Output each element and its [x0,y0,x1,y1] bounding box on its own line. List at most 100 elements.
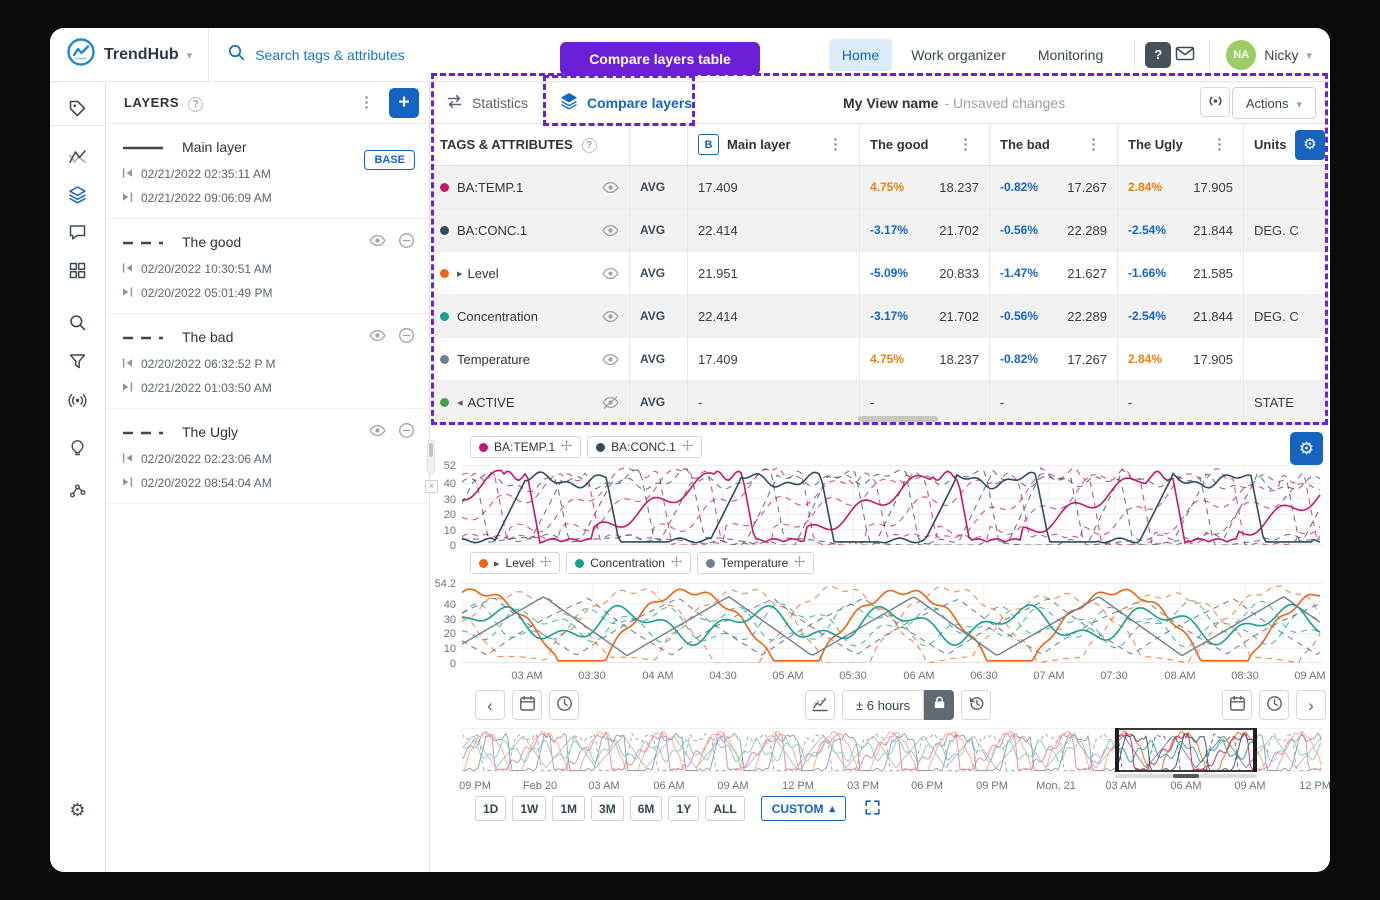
user-menu[interactable]: NA Nicky ▾ [1220,40,1330,70]
expand-timebar-button[interactable] [860,799,885,819]
layer-item[interactable]: Main layer BASE 02/21/2022 02:35:11 AM 0… [106,124,429,219]
visibility-eye-icon[interactable] [602,353,619,366]
column-menu-icon[interactable]: ⋮ [822,137,849,152]
brush-scrollbar[interactable] [1115,774,1257,778]
aggregation-label[interactable]: AVG [640,266,665,280]
aggregation-label[interactable]: AVG [640,180,665,194]
visibility-eye-icon[interactable] [602,310,619,323]
table-row[interactable]: BA:CONC.1 AVG 22.414 -3.17%21.702-0.56%2… [430,209,1330,252]
chart-options-button[interactable] [805,690,835,720]
y-axis-tick: 54.2 [430,578,456,590]
legend-pill[interactable]: BA:CONC.1 [587,436,702,458]
range-1m-button[interactable]: 1M [552,796,585,821]
expand-icon[interactable]: ▸ [494,557,500,570]
range-1y-button[interactable]: 1Y [668,796,699,821]
lock-button[interactable] [924,690,954,720]
chart-settings-button[interactable]: ⚙ [1290,432,1323,465]
range-6m-button[interactable]: 6M [630,796,663,821]
range-3m-button[interactable]: 3M [591,796,624,821]
table-settings-button[interactable]: ⚙ [1295,130,1325,160]
layer-remove-icon[interactable] [398,422,415,444]
move-icon[interactable] [794,556,805,570]
step-forward-button[interactable]: › [1296,690,1326,720]
tag-module-button[interactable] [61,96,95,126]
layer-item[interactable]: The bad 02/20/2022 06:32:52 P M 02/21/20… [106,314,429,409]
legend-pill[interactable]: ▸Level [470,552,560,574]
brush-grip-handle[interactable] [1173,774,1199,778]
column-menu-icon[interactable]: ⋮ [952,137,979,152]
step-back-button[interactable]: ‹ [475,690,505,720]
chevron-down-icon[interactable]: ▾ [187,46,193,64]
search-input[interactable]: Search tags & attributes [209,43,404,66]
settings-button[interactable]: ⚙ [61,796,95,826]
layer-item[interactable]: The Ugly 02/20/2022 02:23:06 AM 02/20/20… [106,409,429,504]
range-1w-button[interactable]: 1W [512,796,546,821]
move-icon[interactable] [671,556,682,570]
actions-button[interactable]: Actions ▾ [1232,87,1316,119]
table-row[interactable]: Temperature AVG 17.409 4.75%18.237-0.82%… [430,338,1330,381]
live-broadcast-button[interactable] [1200,87,1230,117]
context-brush[interactable] [1115,728,1257,772]
aggregation-label[interactable]: AVG [640,352,665,366]
range-all-button[interactable]: ALL [705,796,744,821]
legend-pill[interactable]: Temperature [697,552,814,574]
table-row[interactable]: Concentration AVG 22.414 -3.17%21.702-0.… [430,295,1330,338]
help-button[interactable]: ? [1145,42,1171,68]
end-time-button[interactable] [1259,690,1289,720]
help-icon[interactable]: ? [582,136,597,153]
layer-remove-icon[interactable] [398,232,415,254]
live-module-button[interactable] [61,388,95,418]
views-module-button[interactable] [61,144,95,174]
legend-pill[interactable]: BA:TEMP.1 [470,436,581,458]
comment-module-button[interactable] [61,220,95,250]
move-icon[interactable] [540,556,551,570]
layer-visibility-eye-icon[interactable] [369,329,386,347]
dashboard-module-button[interactable] [61,258,95,288]
range-1d-button[interactable]: 1D [475,796,506,821]
column-menu-icon[interactable]: ⋮ [1080,137,1107,152]
legend-pill[interactable]: Concentration [566,552,691,574]
trend-chart-1[interactable] [462,465,1322,545]
move-icon[interactable] [682,440,693,454]
history-button[interactable] [961,690,991,720]
table-row[interactable]: BA:TEMP.1 AVG 17.409 4.75%18.237-0.82%17… [430,166,1330,209]
mail-button[interactable] [1171,45,1199,65]
delta-percent: -5.09% [870,266,908,280]
search-module-button[interactable] [61,310,95,340]
range-custom-button[interactable]: CUSTOM▴ [761,796,846,821]
tab-statistics[interactable]: Statistics [430,82,544,124]
aggregation-label[interactable]: AVG [640,395,665,409]
nav-monitoring[interactable]: Monitoring [1025,39,1116,71]
layers-module-button[interactable] [61,182,95,212]
bulb-module-button[interactable] [61,434,95,464]
aggregation-label[interactable]: AVG [640,223,665,237]
expand-icon[interactable]: ▸ [457,267,463,280]
help-icon[interactable]: ? [188,94,203,112]
layer-remove-icon[interactable] [398,327,415,349]
time-range-control[interactable]: ± 6 hours [842,690,954,720]
end-date-button[interactable] [1222,690,1252,720]
trend-chart-2[interactable] [462,583,1322,663]
filter-module-button[interactable] [61,349,95,379]
visibility-eye-off-icon[interactable] [602,396,619,409]
table-horizontal-scrollbar[interactable] [858,416,938,422]
ml-module-button[interactable] [61,478,95,508]
add-layer-button[interactable]: + [389,88,419,118]
move-icon[interactable] [561,440,572,454]
layer-visibility-eye-icon[interactable] [369,234,386,252]
visibility-eye-icon[interactable] [602,224,619,237]
visibility-eye-icon[interactable] [602,181,619,194]
start-time-button[interactable] [549,690,579,720]
layers-menu-icon[interactable]: ⋮ [353,94,380,112]
table-row[interactable]: ▸Level AVG 21.951 -5.09%20.833-1.47%21.6… [430,252,1330,295]
column-menu-icon[interactable]: ⋮ [1206,137,1233,152]
nav-home[interactable]: Home [829,39,892,71]
visibility-eye-icon[interactable] [602,267,619,280]
start-date-button[interactable] [512,690,542,720]
app-logo[interactable]: TrendHub ▾ [50,37,208,72]
nav-work-organizer[interactable]: Work organizer [898,39,1019,71]
tab-compare-layers[interactable]: Compare layers [544,82,708,124]
layer-item[interactable]: The good 02/20/2022 10:30:51 AM 02/20/20… [106,219,429,314]
layer-visibility-eye-icon[interactable] [369,424,386,442]
aggregation-label[interactable]: AVG [640,309,665,323]
